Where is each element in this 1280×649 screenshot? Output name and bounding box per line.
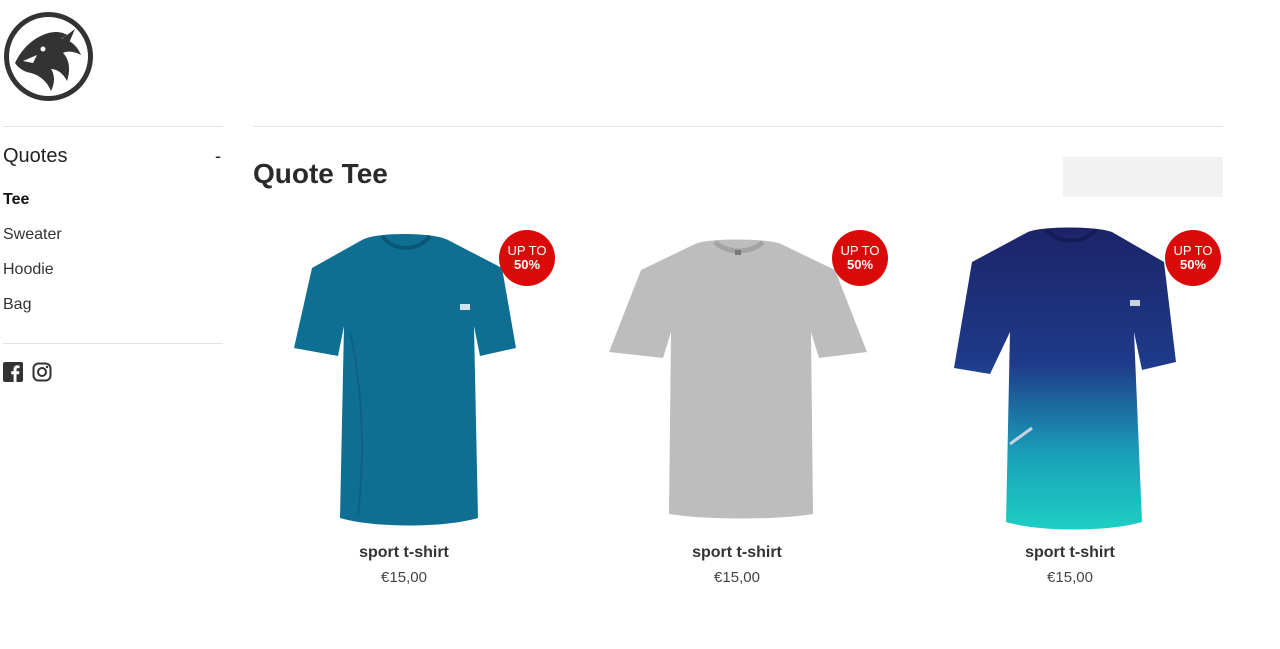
instagram-icon[interactable]: [32, 362, 52, 382]
product-name[interactable]: sport t-shirt: [254, 544, 554, 562]
product-card[interactable]: UP TO 50% sport t-shirt €15,00: [920, 222, 1221, 592]
sidebar-item-bag[interactable]: Bag: [3, 295, 62, 330]
sale-badge: UP TO 50%: [832, 230, 888, 286]
sidebar-item-tee[interactable]: Tee: [3, 190, 62, 225]
product-card[interactable]: UP TO 50% sport t-shirt €15,00: [587, 222, 888, 592]
sidebar-item-hoodie[interactable]: Hoodie: [3, 260, 62, 295]
badge-line-1: UP TO: [507, 243, 547, 258]
product-price: €15,00: [1047, 569, 1093, 586]
product-price: €15,00: [714, 569, 760, 586]
badge-line-1: UP TO: [1173, 243, 1213, 258]
badge-line-2: 50%: [1179, 257, 1207, 272]
sidebar-divider-bottom: [3, 343, 223, 344]
dragon-logo-icon: [4, 12, 93, 101]
brand-logo[interactable]: [3, 11, 94, 102]
main-divider: [253, 126, 1223, 127]
category-list: Tee Sweater Hoodie Bag: [3, 190, 62, 330]
sale-badge: UP TO 50%: [499, 230, 555, 286]
sidebar-item-sweater[interactable]: Sweater: [3, 225, 62, 260]
sale-badge: UP TO 50%: [1165, 230, 1221, 286]
facebook-icon[interactable]: [3, 362, 23, 382]
badge-line-1: UP TO: [840, 243, 880, 258]
page-title: Quote Tee: [253, 158, 388, 189]
collapse-toggle[interactable]: -: [215, 146, 223, 167]
badge-line-2: 50%: [513, 257, 541, 272]
category-title: Quotes: [3, 144, 68, 167]
sidebar-divider-top: [3, 126, 223, 127]
badge-line-2: 50%: [846, 257, 874, 272]
product-name[interactable]: sport t-shirt: [587, 544, 887, 562]
category-header[interactable]: Quotes -: [3, 143, 223, 169]
product-card[interactable]: UP TO 50% sport t-shirt €15,00: [254, 222, 555, 592]
product-name[interactable]: sport t-shirt: [920, 544, 1220, 562]
sort-select[interactable]: [1063, 157, 1223, 197]
product-price: €15,00: [381, 569, 427, 586]
social-links: [3, 362, 52, 382]
